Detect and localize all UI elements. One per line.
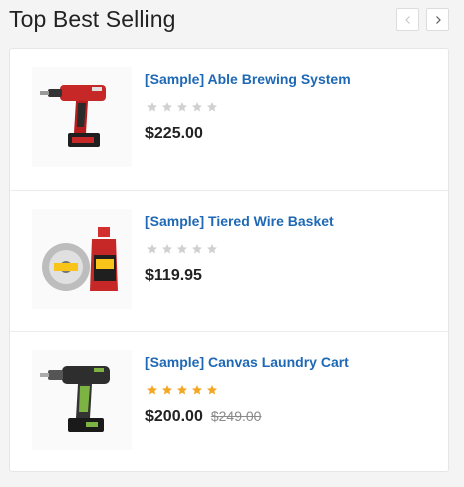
price-row: $225.00 (145, 125, 203, 143)
product-old-price: $249.00 (210, 408, 262, 424)
chevron-right-icon (435, 15, 441, 24)
product-price: $119.95 (145, 267, 202, 284)
rating-stars (146, 243, 218, 255)
price-row: $200.00 $249.00 (145, 408, 261, 426)
star-icon (192, 244, 202, 254)
star-icon (177, 385, 187, 395)
cordless-drill-red-image (40, 85, 106, 147)
star-icon (162, 102, 172, 112)
star-icon (177, 102, 187, 112)
chevron-left-icon (404, 15, 410, 24)
product-image-link[interactable] (32, 209, 132, 309)
star-icon (207, 244, 217, 254)
widget-title: Top Best Selling (9, 6, 176, 32)
product-item: [Sample] Canvas Laundry Cart $200.00 $24… (10, 331, 448, 472)
star-icon (207, 102, 217, 112)
product-price: $200.00 (145, 408, 203, 425)
product-name-link[interactable]: [Sample] Able Brewing System (145, 71, 351, 87)
cordless-drill-black-image (40, 366, 110, 432)
product-name-link[interactable]: [Sample] Canvas Laundry Cart (145, 354, 349, 370)
carousel-prev-button[interactable] (396, 8, 419, 31)
star-icon (162, 244, 172, 254)
star-icon (147, 244, 157, 254)
product-item: [Sample] Tiered Wire Basket $119.95 (10, 190, 448, 331)
top-best-selling-widget: Top Best Selling [Sample] Able Brewing S… (0, 0, 464, 487)
carousel-next-button[interactable] (426, 8, 449, 31)
star-icon (162, 385, 172, 395)
product-image-link[interactable] (32, 67, 132, 167)
product-price: $225.00 (145, 125, 203, 142)
star-icon (147, 385, 157, 395)
star-icon (192, 385, 202, 395)
chalk-line-reel-image (42, 227, 118, 291)
star-icon (207, 385, 217, 395)
star-icon (192, 102, 202, 112)
star-icon (147, 102, 157, 112)
product-item: [Sample] Able Brewing System $225.00 (10, 49, 448, 190)
star-icon (177, 244, 187, 254)
rating-stars (146, 384, 218, 396)
product-list: [Sample] Able Brewing System $225.00 [Sa… (9, 48, 449, 472)
product-name-link[interactable]: [Sample] Tiered Wire Basket (145, 213, 334, 229)
price-row: $119.95 (145, 267, 202, 285)
product-image-link[interactable] (32, 350, 132, 450)
rating-stars (146, 101, 218, 113)
